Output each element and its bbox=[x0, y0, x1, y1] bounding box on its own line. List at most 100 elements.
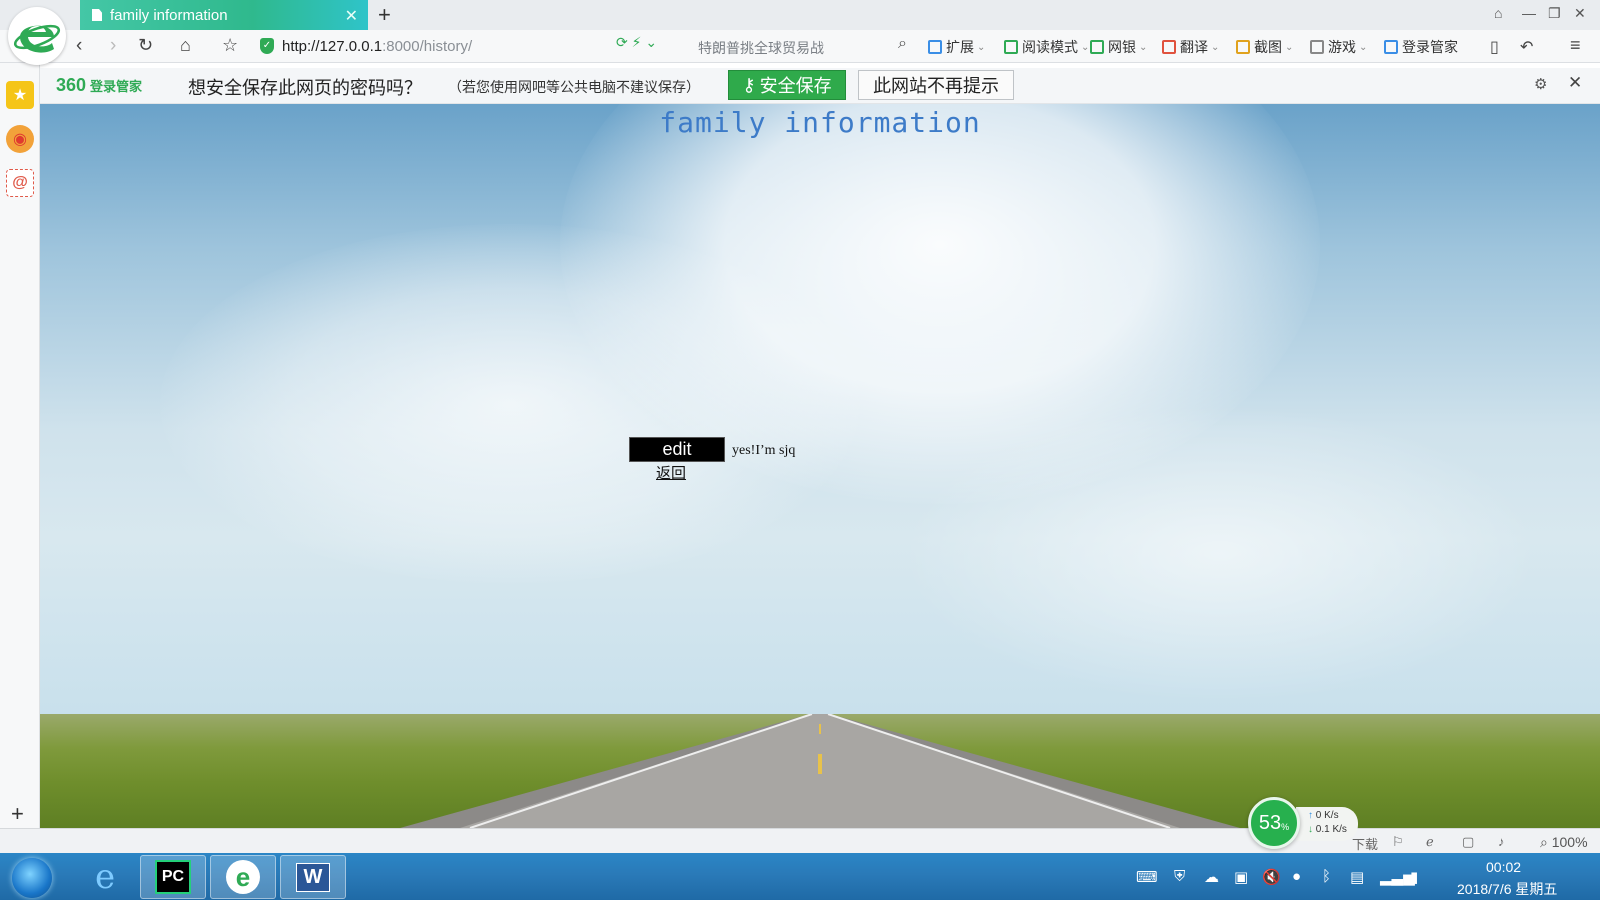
gear-icon[interactable]: ⚙ bbox=[1534, 75, 1547, 93]
restore-icon[interactable]: ❐ bbox=[1548, 5, 1561, 22]
toolbar-label: 登录管家 bbox=[1402, 39, 1458, 55]
network-tray-icon[interactable]: ☁ bbox=[1204, 868, 1219, 886]
360-browser-icon[interactable]: e bbox=[210, 855, 276, 899]
clock-time[interactable]: 00:02 bbox=[1486, 859, 1521, 875]
favorites-star-icon[interactable]: ★ bbox=[6, 81, 34, 109]
key-icon: ⚷ bbox=[742, 74, 756, 95]
sound-icon[interactable]: ♪ bbox=[1498, 834, 1505, 849]
save-password-question: 想安全保存此网页的密码吗？ bbox=[188, 78, 422, 98]
chevron-down-icon[interactable]: ⌄ bbox=[1139, 42, 1147, 53]
favorite-star-icon[interactable]: ☆ bbox=[222, 35, 238, 56]
menu-icon[interactable]: ≡ bbox=[1570, 35, 1581, 56]
new-tab-button[interactable]: + bbox=[378, 2, 391, 28]
battery-icon[interactable]: ▮ bbox=[1410, 868, 1418, 886]
download-arrow-icon: ↓ bbox=[1308, 824, 1313, 835]
undo-icon[interactable]: ↶ bbox=[1520, 37, 1533, 57]
tab-family-information[interactable]: family information ✕ bbox=[80, 0, 368, 30]
bank-icon bbox=[1090, 40, 1104, 54]
toolbar-extensions-button[interactable]: 扩展 ⌄ bbox=[928, 37, 985, 57]
flag-icon[interactable]: ⚐ bbox=[1392, 834, 1404, 850]
chevron-down-icon[interactable]: ⌄ bbox=[977, 42, 985, 53]
chevron-down-icon[interactable]: ⌄ bbox=[1081, 42, 1089, 53]
toolbar-label: 扩展 bbox=[946, 39, 974, 55]
toolbar-label: 翻译 bbox=[1180, 39, 1208, 55]
device-icon[interactable]: ▣ bbox=[1234, 868, 1248, 886]
login-manager-brand: 360 登录管家 bbox=[56, 75, 143, 95]
games-icon bbox=[1310, 40, 1324, 54]
page-title: family information bbox=[659, 106, 981, 139]
shield-icon[interactable]: ⛨ bbox=[1174, 868, 1185, 885]
zoom-level[interactable]: ⌕ 100% bbox=[1540, 834, 1588, 851]
ie-browser-icon[interactable]: e bbox=[72, 855, 138, 899]
toolbar-login-manager-button[interactable]: 登录管家 bbox=[1384, 37, 1458, 57]
network-speed-widget[interactable]: ↑ 0 K/s ↓ 0.1 K/s 53% bbox=[1248, 797, 1360, 849]
volume-muted-icon[interactable]: 🔇 bbox=[1262, 868, 1281, 886]
screenshot-icon bbox=[1236, 40, 1250, 54]
document-icon bbox=[92, 9, 102, 21]
chevron-down-icon[interactable]: ⌄ bbox=[1211, 42, 1219, 53]
word-icon[interactable]: W bbox=[280, 855, 346, 899]
toolbar-label: 截图 bbox=[1254, 39, 1282, 55]
never-remind-button[interactable]: 此网站不再提示 bbox=[858, 70, 1014, 100]
background-road bbox=[400, 714, 1240, 828]
sidebar-toggle-icon[interactable]: ▯ bbox=[1490, 37, 1499, 57]
add-icon[interactable]: + bbox=[11, 801, 24, 827]
message-text: yes!I’m sjq bbox=[732, 443, 796, 458]
zoom-icon: ⌕ bbox=[1540, 834, 1548, 850]
tab-title: family information bbox=[110, 6, 228, 24]
close-icon[interactable]: ✕ bbox=[1568, 73, 1582, 93]
extensions-icon bbox=[928, 40, 942, 54]
url-text[interactable]: http://127.0.0.1:8000/history/ bbox=[282, 38, 472, 55]
start-button-icon[interactable] bbox=[12, 858, 52, 898]
qq-icon[interactable]: ● bbox=[1292, 868, 1301, 885]
search-input[interactable]: 特朗普挑全球贸易战 bbox=[698, 38, 824, 58]
toolbar-label: 网银 bbox=[1108, 39, 1136, 55]
speed-readout: ↑ 0 K/s ↓ 0.1 K/s bbox=[1296, 807, 1358, 841]
cpu-usage-badge: 53% bbox=[1248, 797, 1300, 849]
speed-mode-icon[interactable]: ⟳ ⚡ ⌄ bbox=[616, 34, 657, 51]
back-arrow-icon[interactable]: ‹ bbox=[76, 35, 82, 57]
chevron-down-icon[interactable]: ⌄ bbox=[1285, 42, 1293, 53]
navigation-bar: ‹ › ↻ ⌂ ☆ ✓ http://127.0.0.1:8000/histor… bbox=[0, 30, 1600, 63]
toolbar-reader-button[interactable]: 阅读模式 ⌄ bbox=[1004, 37, 1089, 57]
reader-icon bbox=[1004, 40, 1018, 54]
mail-at-icon[interactable]: @ bbox=[6, 169, 34, 197]
title-bar: family information ✕ + ⌂ — ❐ ✕ bbox=[0, 0, 1600, 30]
secure-shield-icon: ✓ bbox=[260, 38, 274, 54]
search-icon[interactable]: ⌕ bbox=[898, 35, 907, 53]
weibo-icon[interactable]: ◉ bbox=[6, 125, 34, 153]
toolbar-label: 游戏 bbox=[1328, 39, 1356, 55]
forward-arrow-icon[interactable]: › bbox=[110, 35, 116, 57]
toolbar-games-button[interactable]: 游戏 ⌄ bbox=[1310, 37, 1367, 57]
back-link[interactable]: 返回 bbox=[656, 462, 686, 483]
toolbar-screenshot-button[interactable]: 截图 ⌄ bbox=[1236, 37, 1293, 57]
safe-save-button[interactable]: ⚷ 安全保存 bbox=[728, 70, 846, 100]
minimize-icon[interactable]: — bbox=[1522, 5, 1536, 21]
keyboard-icon[interactable]: ⌨ bbox=[1136, 868, 1158, 886]
app-tray-icon[interactable]: ▤ bbox=[1350, 868, 1364, 886]
page-content: family information edit yes!I’m sjq 返回 bbox=[40, 104, 1600, 828]
home-icon[interactable]: ⌂ bbox=[180, 35, 191, 56]
refresh-icon[interactable]: ↻ bbox=[138, 35, 153, 56]
window-icon[interactable]: ▢ bbox=[1462, 834, 1474, 850]
password-save-bar: 360 登录管家 想安全保存此网页的密码吗？ （若您使用网吧等公共电脑不建议保存）… bbox=[40, 68, 1600, 104]
close-window-icon[interactable]: ✕ bbox=[1574, 5, 1586, 22]
browser-sidebar: ★ ◉ @ + bbox=[0, 63, 40, 828]
chevron-down-icon[interactable]: ⌄ bbox=[1359, 42, 1367, 53]
background-cloud bbox=[900, 404, 1540, 704]
pycharm-icon[interactable]: PC bbox=[140, 855, 206, 899]
edit-button[interactable]: edit bbox=[629, 437, 725, 462]
tab-close-icon[interactable]: ✕ bbox=[345, 6, 358, 26]
save-password-note: （若您使用网吧等公共电脑不建议保存） bbox=[448, 79, 700, 95]
browser-logo-icon[interactable] bbox=[8, 7, 66, 65]
bluetooth-icon[interactable]: ᛒ bbox=[1322, 868, 1331, 885]
windows-taskbar: e PC e W ⌨ ⛨ ☁ ▣ 🔇 ● ᛒ ▤ ▂▃▅ ▮ 00:02 201… bbox=[0, 853, 1600, 900]
skin-icon[interactable]: ⌂ bbox=[1494, 5, 1502, 21]
login-manager-icon bbox=[1384, 40, 1398, 54]
ie-compat-icon[interactable]: ℯ bbox=[1426, 834, 1434, 850]
upload-arrow-icon: ↑ bbox=[1308, 810, 1313, 821]
clock-date[interactable]: 2018/7/6 星期五 bbox=[1457, 879, 1557, 899]
status-bar: 下载 ⚐ ℯ ▢ ♪ ⌕ 100% bbox=[0, 828, 1600, 853]
toolbar-translate-button[interactable]: 翻译 ⌄ bbox=[1162, 37, 1219, 57]
toolbar-bank-button[interactable]: 网银 ⌄ bbox=[1090, 37, 1147, 57]
